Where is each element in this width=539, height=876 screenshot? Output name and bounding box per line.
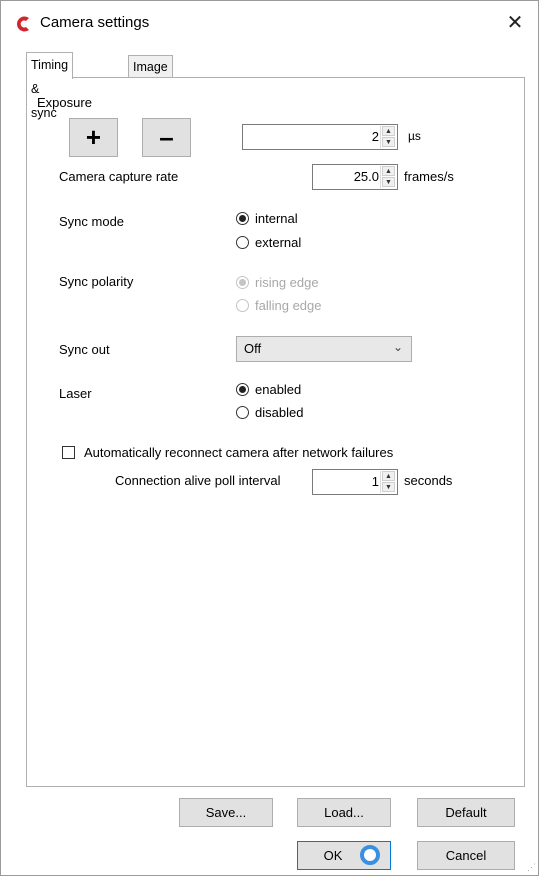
- sync-mode-label: Sync mode: [59, 214, 125, 229]
- laser-disabled-label: disabled: [255, 405, 304, 420]
- app-logo-icon: [17, 16, 29, 32]
- poll-interval-value: 1: [371, 474, 379, 489]
- cursor-icon: [360, 845, 380, 865]
- spin-down-icon[interactable]: ▼: [382, 482, 395, 492]
- spin-down-icon[interactable]: ▼: [382, 177, 395, 187]
- spin-up-icon[interactable]: ▲: [382, 471, 395, 481]
- poll-interval-label: Connection alive poll interval: [115, 473, 281, 488]
- tab-panel-timing-sync: Exposure + – 2 ▲ ▼ µs Camera capture rat…: [26, 77, 525, 787]
- sync-out-label: Sync out: [59, 342, 110, 357]
- window-title: Camera settings: [40, 14, 150, 31]
- laser-label: Laser: [59, 386, 92, 401]
- dialog-client: Timing & sync Image Exposure + – 2 ▲ ▼ µ…: [18, 52, 525, 787]
- sync-polarity-rising-label: rising edge: [255, 275, 319, 290]
- sync-polarity-falling-label: falling edge: [255, 298, 322, 313]
- auto-reconnect-checkbox[interactable]: [62, 446, 75, 459]
- laser-enabled-radio[interactable]: enabled: [236, 382, 301, 397]
- spin-up-icon[interactable]: ▲: [382, 126, 395, 136]
- poll-interval-unit: seconds: [404, 473, 453, 488]
- exposure-decrease-button[interactable]: –: [142, 118, 191, 157]
- spin-down-icon[interactable]: ▼: [382, 137, 395, 147]
- sync-mode-external-radio[interactable]: external: [236, 235, 301, 250]
- sync-polarity-falling-radio: falling edge: [236, 298, 322, 313]
- sync-polarity-label: Sync polarity: [59, 274, 134, 289]
- tab-timing-sync[interactable]: Timing & sync: [26, 52, 74, 120]
- spin-up-icon[interactable]: ▲: [382, 166, 395, 176]
- exposure-unit: µs: [408, 129, 421, 143]
- auto-reconnect-label: Automatically reconnect camera after net…: [84, 445, 394, 460]
- plus-icon: +: [85, 122, 102, 152]
- cancel-button[interactable]: Cancel: [417, 841, 515, 870]
- sync-out-dropdown[interactable]: Off ⌄: [236, 336, 412, 362]
- resize-grip-icon[interactable]: ⋰: [527, 862, 536, 873]
- sync-polarity-rising-radio: rising edge: [236, 275, 319, 290]
- tab-image[interactable]: Image: [128, 55, 173, 78]
- chevron-down-icon: ⌄: [392, 340, 403, 354]
- capture-rate-value: 25.0: [353, 169, 379, 184]
- ok-label: OK: [323, 848, 343, 863]
- minus-icon: –: [159, 122, 174, 152]
- sync-mode-internal-radio[interactable]: internal: [236, 211, 298, 226]
- capture-rate-unit: frames/s: [404, 169, 454, 184]
- exposure-increase-button[interactable]: +: [69, 118, 118, 157]
- close-icon: ✕: [506, 11, 524, 34]
- capture-rate-label: Camera capture rate: [59, 169, 179, 184]
- sync-out-value: Off: [244, 341, 262, 356]
- title-bar[interactable]: Camera settings ✕: [1, 1, 538, 47]
- capture-rate-spinbox[interactable]: 25.0 ▲ ▼: [312, 164, 398, 190]
- exposure-value: 2: [371, 129, 379, 144]
- default-button[interactable]: Default: [417, 798, 515, 827]
- sync-mode-internal-label: internal: [255, 211, 298, 226]
- load-button[interactable]: Load...: [297, 798, 391, 827]
- poll-interval-spinbox[interactable]: 1 ▲ ▼: [312, 469, 398, 495]
- laser-enabled-label: enabled: [255, 382, 302, 397]
- sync-mode-external-label: external: [255, 235, 302, 250]
- exposure-spinbox[interactable]: 2 ▲ ▼: [242, 124, 398, 150]
- save-button[interactable]: Save...: [179, 798, 273, 827]
- camera-settings-window: Camera settings ✕ Timing & sync Image Ex…: [0, 0, 539, 876]
- close-button[interactable]: ✕: [498, 7, 532, 37]
- laser-disabled-radio[interactable]: disabled: [236, 405, 303, 420]
